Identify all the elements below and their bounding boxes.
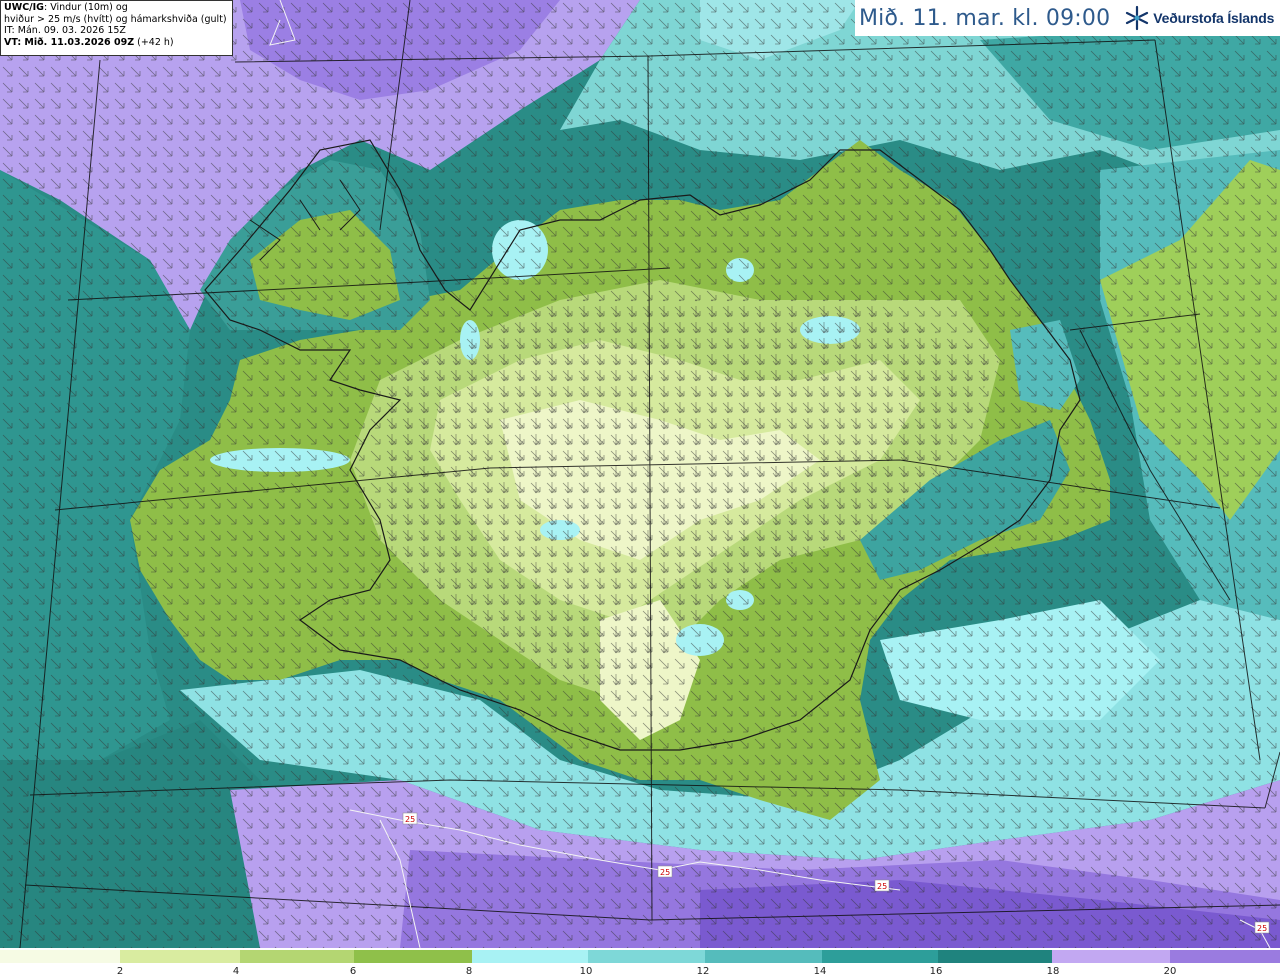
- colorbar-segment: [705, 950, 822, 963]
- colorbar-tick-label: 4: [232, 966, 240, 977]
- colorbar-tick-label: 6: [349, 966, 357, 977]
- title-box: Mið. 11. mar. kl. 09:00 Veðurstofa Íslan…: [855, 0, 1280, 36]
- colorbar-segment: [472, 950, 588, 963]
- snowflake-icon: [1126, 5, 1149, 31]
- logo-text: Veðurstofa Íslands: [1153, 10, 1275, 26]
- contour-label: 25: [405, 815, 415, 824]
- forecast-hour: (+42 h): [134, 36, 174, 48]
- colorbar-tick-label: 12: [696, 966, 710, 977]
- forecast-title: Mið. 11. mar. kl. 09:00: [859, 5, 1111, 31]
- colorbar-segments: [0, 950, 1280, 963]
- colorbar-tick-label: 2: [116, 966, 124, 977]
- info-line-1: UWC/IG: Vindur (10m) og: [4, 2, 229, 14]
- vedurstofa-logo: Veðurstofa Íslands: [1124, 5, 1274, 31]
- colorbar-segment: [1170, 950, 1280, 963]
- contour-label: 25: [877, 882, 887, 891]
- colorbar-segment: [240, 950, 354, 963]
- info-line-2: hviður > 25 m/s (hvítt) og hámarkshviða …: [4, 13, 227, 25]
- contour-label: 25: [660, 868, 670, 877]
- init-time: IT: Mán. 09. 03. 2026 15Z: [4, 25, 126, 36]
- colorbar-segment: [354, 950, 472, 963]
- colorbar-segment: [822, 950, 938, 963]
- colorbar-segment: [938, 950, 1052, 963]
- colorbar-tick-label: 8: [465, 966, 473, 977]
- wind-map: 25 25 25 25: [0, 0, 1280, 948]
- info-line-1-rest: : Vindur (10m) og: [43, 2, 128, 13]
- colorbar-segment: [0, 950, 120, 963]
- colorbar-tick-label: 20: [1163, 966, 1177, 977]
- colorbar-segment: [588, 950, 705, 963]
- model-info-box: UWC/IG: Vindur (10m) og hviður > 25 m/s …: [0, 0, 233, 56]
- colorbar-tick-label: 16: [929, 966, 943, 977]
- colorbar-tick-label: 18: [1046, 966, 1060, 977]
- colorbar-segment: [1052, 950, 1170, 963]
- colorbar: 2 4 6 8 10 12 14 16 18 20: [0, 948, 1280, 978]
- model-prefix: UWC/IG: [4, 2, 44, 13]
- colorbar-tick-label: 14: [813, 966, 827, 977]
- colorbar-segment: [120, 950, 240, 963]
- contour-label: 25: [1257, 924, 1267, 933]
- valid-time: VT: Mið. 11.03.2026 09Z (+42 h): [4, 37, 229, 49]
- colorbar-tick-label: 10: [579, 966, 593, 977]
- valid-time-prefix: VT: Mið. 11.03.2026 09Z: [4, 36, 135, 48]
- colorbar-labels: 2 4 6 8 10 12 14 16 18 20: [0, 964, 1280, 978]
